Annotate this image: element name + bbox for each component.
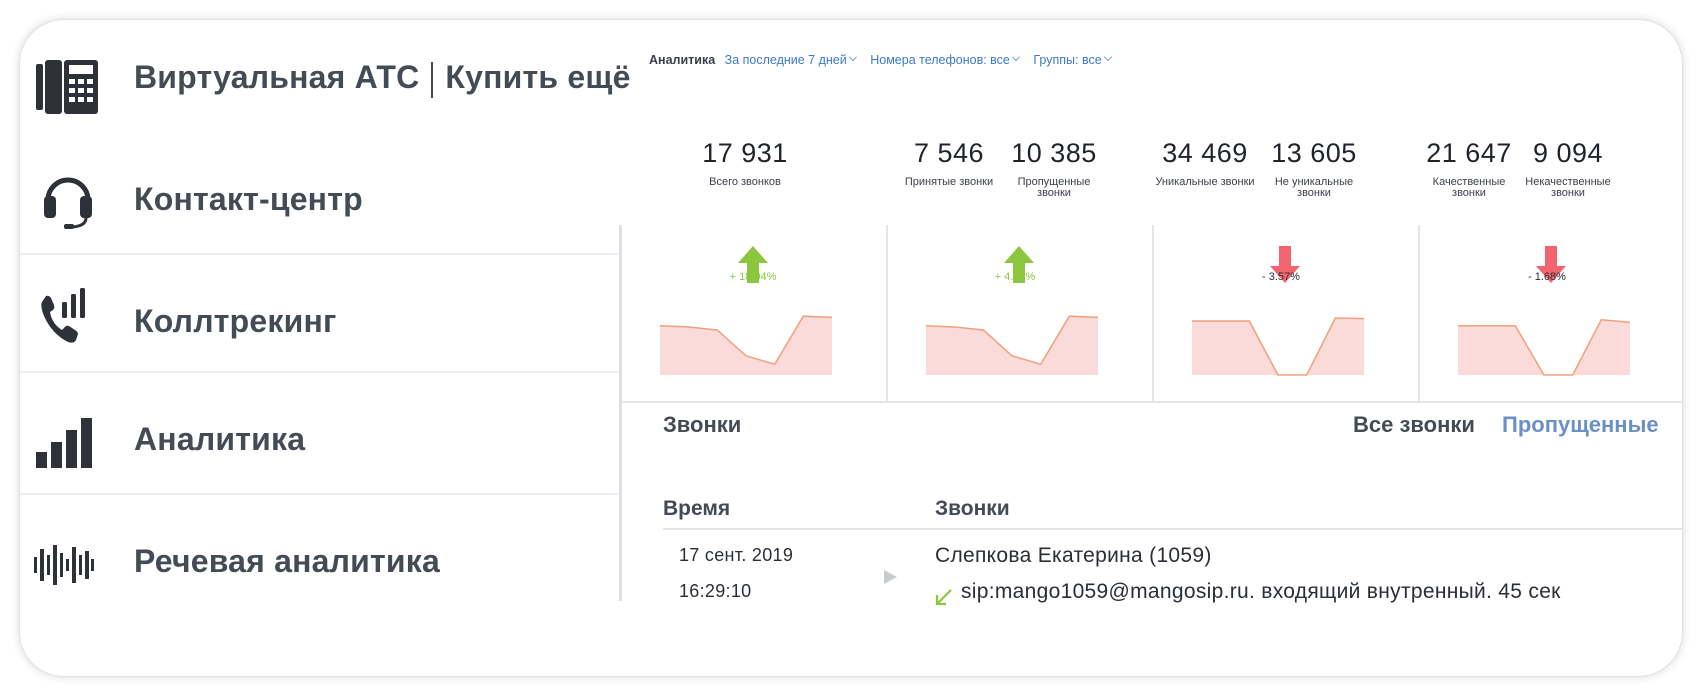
sidebar-item-label: Контакт-центр (134, 181, 363, 217)
sparkline-area (1192, 318, 1364, 375)
calls-section-title: Звонки (663, 412, 742, 437)
sidebar-item-label: Аналитика (134, 421, 306, 457)
phones-filter-label: Номера телефонов: все (870, 53, 1010, 67)
stat-accepted-calls: 7 546 Принятые звонки (899, 138, 999, 188)
call-time: 16:29:10 (679, 581, 752, 601)
tab-all-calls[interactable]: Все звонки (1353, 412, 1475, 438)
phone-signal-icon (38, 288, 94, 348)
section-divider (622, 401, 1682, 403)
stat-caption: Всего звонков (709, 176, 781, 188)
period-filter-label: За последние 7 дней (724, 53, 847, 67)
sparkline-area (660, 316, 832, 375)
stat-caption: Некачественные звонки (1525, 176, 1611, 199)
groups-filter-label: Группы: все (1033, 53, 1102, 67)
trend-delta: + 18.04% (729, 271, 777, 283)
sidebar-item-calltracking[interactable]: Коллтрекинг (20, 255, 620, 383)
stat-value: 17 931 (702, 138, 788, 168)
trend-graphic (925, 246, 1099, 375)
stat-total-calls: 17 931 Всего звонков (675, 138, 815, 188)
stat-non-unique-calls: 13 605 Не уникальные звонки (1264, 138, 1364, 199)
phones-filter[interactable]: Номера телефонов: все (870, 53, 1020, 67)
sidebar-title: Виртуальная АТС Купить ещё (134, 59, 631, 98)
stat-unique-calls: 34 469 Уникальные звонки (1155, 138, 1255, 188)
sidebar-item-analytics[interactable]: Аналитика (20, 373, 620, 501)
incoming-call-icon (935, 589, 952, 606)
period-filter[interactable]: За последние 7 дней (725, 53, 857, 67)
sparkline-area (926, 316, 1098, 375)
stat-quality-calls: 21 647 Качественные звонки (1419, 138, 1519, 199)
play-icon[interactable] (884, 570, 897, 584)
sparkline-area (1458, 319, 1630, 375)
trend-graphic (1458, 246, 1631, 376)
call-contact-name[interactable]: Слепкова Екатерина (1059) (935, 544, 1212, 568)
stat-caption: Пропущенные звонки (1017, 176, 1091, 199)
call-detail: sip:mango1059@mangosip.ru. входящий внут… (961, 580, 1561, 603)
trend-graphic (659, 246, 833, 375)
stat-caption: Принятые звонки (904, 176, 994, 188)
trend-graphic (1192, 246, 1365, 376)
trend-delta: - 1.68% (1528, 271, 1566, 283)
column-header-time[interactable]: Время (663, 497, 730, 521)
trend-panel (622, 225, 884, 401)
headset-icon (40, 170, 96, 230)
stat-value: 7 546 (913, 138, 985, 168)
trend-panel (1154, 225, 1416, 401)
office-phone-icon (36, 56, 104, 116)
chevron-down-icon (1103, 53, 1112, 61)
waveform-icon (34, 535, 94, 595)
groups-filter[interactable]: Группы: все (1033, 53, 1112, 67)
stat-value: 21 647 (1426, 138, 1512, 168)
filter-bar: Аналитика За последние 7 дней Номера тел… (649, 53, 1122, 67)
stat-caption: Качественные звонки (1432, 176, 1506, 199)
sidebar-item-speech-analytics[interactable]: Речевая аналитика (20, 495, 620, 623)
call-date: 17 сент. 2019 (679, 545, 794, 565)
stat-value: 13 605 (1271, 138, 1357, 168)
title-divider (431, 61, 434, 98)
sidebar-item-label: Речевая аналитика (134, 543, 441, 579)
filter-bar-title: Аналитика (649, 53, 716, 67)
buy-more-link[interactable]: Купить ещё (445, 59, 630, 95)
trend-panel (888, 225, 1150, 401)
sidebar-header: Виртуальная АТС Купить ещё (20, 20, 630, 148)
trend-panel (1420, 225, 1682, 401)
bar-chart-icon (36, 413, 92, 473)
stat-caption: Уникальные звонки (1155, 176, 1255, 188)
app-card: Виртуальная АТС Купить ещё Контакт-центр … (20, 20, 1682, 676)
chevron-down-icon (1011, 53, 1020, 61)
trend-delta: + 4.83% (994, 271, 1036, 283)
chevron-down-icon (848, 53, 857, 61)
sidebar-item-label: Коллтрекинг (134, 303, 337, 339)
stat-caption: Не уникальные звонки (1274, 176, 1354, 199)
table-header-divider (663, 528, 1682, 530)
product-title: Виртуальная АТС (134, 59, 420, 95)
stat-value: 9 094 (1532, 138, 1604, 168)
stat-value: 10 385 (1011, 138, 1097, 168)
trend-delta: - 3.57% (1262, 271, 1300, 283)
stat-value: 34 469 (1162, 138, 1248, 168)
column-header-calls[interactable]: Звонки (935, 497, 1010, 521)
stat-low-quality-calls: 9 094 Некачественные звонки (1518, 138, 1618, 199)
stat-missed-calls: 10 385 Пропущенные звонки (1004, 138, 1104, 199)
tab-missed-calls[interactable]: Пропущенные (1502, 412, 1659, 438)
